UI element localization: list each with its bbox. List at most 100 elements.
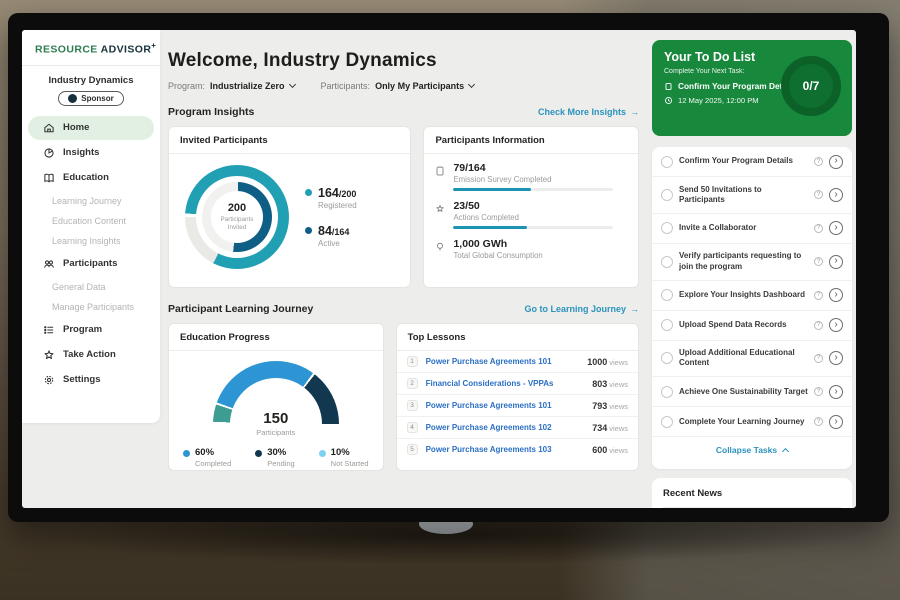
- help-icon[interactable]: [814, 190, 823, 199]
- participants-label: Participants:: [321, 81, 371, 91]
- check-more-insights-link[interactable]: Check More Insights: [538, 107, 639, 117]
- help-icon[interactable]: [814, 354, 823, 363]
- logo-resource: RESOURCE: [35, 44, 98, 56]
- sidebar-item-settings[interactable]: Settings: [28, 368, 154, 392]
- chevron-up-icon: [782, 448, 789, 455]
- help-icon[interactable]: [814, 224, 823, 233]
- task-row[interactable]: Complete Your Learning Journey: [652, 407, 852, 437]
- actions-progress-track: [453, 226, 613, 229]
- photo-background: RESOURCE ADVISOR+ Industry Dynamics Spon…: [0, 0, 900, 600]
- task-go-icon[interactable]: [829, 318, 843, 332]
- legend-not-started: 10%Not Started: [319, 447, 369, 468]
- task-row[interactable]: Verify participants requesting to join t…: [652, 244, 852, 281]
- filter-bar: Program: Industrialize Zero Participants…: [168, 81, 639, 91]
- recent-news-title: Recent News: [663, 488, 841, 508]
- rank-badge: 5: [407, 444, 418, 455]
- invited-donut-chart: 200 Participants Invited: [185, 165, 289, 269]
- legend-dot-lightblue: [319, 450, 326, 457]
- legend-dot-blue: [183, 450, 190, 457]
- task-row[interactable]: Achieve One Sustainability Target: [652, 377, 852, 407]
- section-title: Participant Learning Journey: [168, 303, 313, 315]
- participants-dropdown[interactable]: Participants: Only My Participants: [321, 81, 475, 91]
- logo-advisor: ADVISOR: [101, 44, 152, 56]
- program-insights-header: Program Insights Check More Insights: [168, 106, 639, 118]
- rank-badge: 2: [407, 378, 418, 389]
- lesson-link[interactable]: Power Purchase Agreements 101: [426, 401, 585, 410]
- task-go-icon[interactable]: [829, 188, 843, 202]
- legend-dot-navy: [305, 227, 312, 234]
- rank-badge: 4: [407, 422, 418, 433]
- program-dropdown[interactable]: Program: Industrialize Zero: [168, 81, 295, 91]
- sidebar-item-program[interactable]: Program: [28, 318, 154, 342]
- task-go-icon[interactable]: [829, 255, 843, 269]
- sidebar-item-insights[interactable]: Insights: [28, 141, 154, 165]
- donut-center-value: 200: [228, 202, 246, 214]
- task-checkbox[interactable]: [661, 319, 673, 331]
- sidebar-item-home[interactable]: Home: [28, 116, 154, 140]
- sidebar-item-education-content[interactable]: Education Content: [28, 211, 154, 231]
- education-gauge-chart: 150 Participants: [169, 361, 383, 437]
- sidebar-item-label: Take Action: [63, 349, 116, 360]
- task-row[interactable]: Upload Spend Data Records: [652, 311, 852, 341]
- task-checkbox[interactable]: [661, 352, 673, 364]
- learning-journey-header: Participant Learning Journey Go to Learn…: [168, 303, 639, 315]
- learning-cards: Education Progress 150 Participants: [168, 323, 639, 471]
- go-to-learning-journey-link[interactable]: Go to Learning Journey: [524, 304, 639, 314]
- help-icon[interactable]: [814, 157, 823, 166]
- clock-icon: [664, 96, 673, 105]
- help-icon[interactable]: [814, 291, 823, 300]
- lesson-link[interactable]: Power Purchase Agreements 102: [426, 423, 585, 432]
- role-badge-label: Sponsor: [81, 94, 113, 103]
- help-icon[interactable]: [814, 321, 823, 330]
- task-go-icon[interactable]: [829, 415, 843, 429]
- lesson-link[interactable]: Power Purchase Agreements 103: [426, 445, 585, 454]
- help-icon[interactable]: [814, 257, 823, 266]
- task-checkbox[interactable]: [661, 222, 673, 234]
- help-icon[interactable]: [814, 387, 823, 396]
- task-go-icon[interactable]: [829, 155, 843, 169]
- lesson-link[interactable]: Financial Considerations - VPPAs: [426, 379, 585, 388]
- task-row[interactable]: Invite a Collaborator: [652, 214, 852, 244]
- sidebar-item-learning-insights[interactable]: Learning Insights: [28, 231, 154, 251]
- app-logo: RESOURCE ADVISOR+: [22, 30, 160, 66]
- task-go-icon[interactable]: [829, 288, 843, 302]
- task-checkbox[interactable]: [661, 386, 673, 398]
- legend-completed: 60%Completed: [183, 447, 231, 468]
- lesson-link[interactable]: Power Purchase Agreements 101: [426, 357, 580, 366]
- legend-dot-teal: [305, 189, 312, 196]
- survey-clipboard-icon: [434, 162, 446, 191]
- section-title: Program Insights: [168, 106, 254, 118]
- program-value: Industrialize Zero: [210, 81, 285, 91]
- legend-registered: 164/200 Registered: [305, 186, 357, 210]
- task-checkbox[interactable]: [661, 256, 673, 268]
- invited-body: 200 Participants Invited 164/200 Registe: [169, 154, 410, 269]
- task-checkbox[interactable]: [661, 416, 673, 428]
- card-title: Invited Participants: [169, 127, 410, 154]
- task-checkbox[interactable]: [661, 289, 673, 301]
- chevron-down-icon: [288, 81, 295, 88]
- participants-information-card: Participants Information 79/164 Emission…: [423, 126, 639, 288]
- task-row[interactable]: Explore Your Insights Dashboard: [652, 281, 852, 311]
- task-row[interactable]: Upload Additional Educational Content: [652, 341, 852, 378]
- task-go-icon[interactable]: [829, 385, 843, 399]
- task-go-icon[interactable]: [829, 351, 843, 365]
- task-row[interactable]: Send 50 Invitations to Participants: [652, 177, 852, 214]
- sidebar-item-label: Participants: [63, 258, 117, 269]
- todo-summary-card: Your To Do List Complete Your Next Task:…: [652, 40, 852, 136]
- right-panel: Your To Do List Complete Your Next Task:…: [647, 30, 856, 508]
- task-checkbox[interactable]: [661, 189, 673, 201]
- task-checkbox[interactable]: [661, 156, 673, 168]
- sidebar-item-participants[interactable]: Participants: [28, 252, 154, 276]
- collapse-tasks-link[interactable]: Collapse Tasks: [652, 437, 852, 463]
- sidebar-item-general-data[interactable]: General Data: [28, 277, 154, 297]
- task-go-icon[interactable]: [829, 221, 843, 235]
- sidebar-item-learning-journey[interactable]: Learning Journey: [28, 191, 154, 211]
- help-icon[interactable]: [814, 417, 823, 426]
- recent-news-card: Recent News: [652, 478, 852, 508]
- card-title: Top Lessons: [397, 324, 638, 351]
- sidebar-item-manage-participants[interactable]: Manage Participants: [28, 297, 154, 317]
- sidebar-item-education[interactable]: Education: [28, 166, 154, 190]
- task-row[interactable]: Confirm Your Program Details: [652, 147, 852, 177]
- take-action-icon: [43, 349, 55, 361]
- sidebar-item-take-action[interactable]: Take Action: [28, 343, 154, 367]
